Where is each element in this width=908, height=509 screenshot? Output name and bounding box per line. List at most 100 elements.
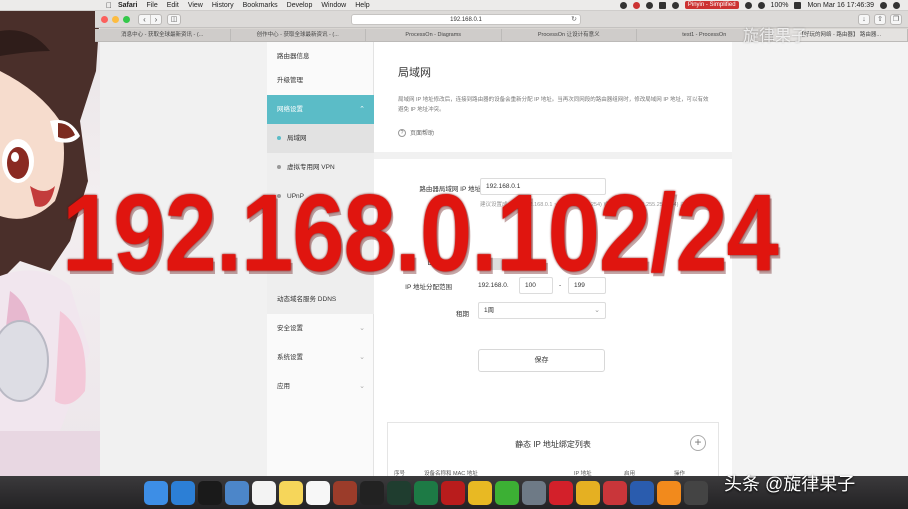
notes-icon[interactable] (279, 480, 303, 505)
section-divider (374, 152, 732, 159)
binding-title: 静态 IP 地址绑定列表 (515, 440, 591, 449)
tray-netease-icon[interactable] (632, 1, 640, 9)
safari-icon[interactable] (171, 480, 195, 505)
lease-label: 租期 (456, 311, 469, 318)
chrome-icon[interactable] (576, 480, 600, 505)
lease-value: 1周 (484, 307, 495, 314)
downloads-icon[interactable]: ↓ (858, 13, 870, 25)
calendar-icon[interactable] (252, 480, 276, 505)
tex-icon[interactable] (522, 480, 546, 505)
wechat-icon[interactable] (495, 480, 519, 505)
menu-clock[interactable]: Mon Mar 16 17:46:39 (807, 0, 874, 11)
menu-help[interactable]: Help (355, 0, 369, 11)
sidebar-item-label: 系统设置 (277, 354, 303, 361)
chevron-down-icon: ⌄ (359, 383, 365, 390)
share-icon[interactable]: ⇧ (874, 13, 886, 25)
menu-bookmarks[interactable]: Bookmarks (243, 0, 278, 11)
tab-item[interactable]: ProcessOn 让设计有意义 (502, 29, 637, 41)
vlc-icon[interactable] (657, 480, 681, 505)
back-button[interactable]: ‹ (139, 15, 150, 24)
ip-overlay-caption: 192.168.0.102/24 (62, 170, 779, 294)
tab-item[interactable]: ProcessOn - Diagrams (366, 29, 502, 41)
sidebar-item-security[interactable]: 安全设置 ⌄ (267, 314, 374, 343)
apple-menu-icon[interactable]:  (104, 0, 114, 11)
spotlight-icon[interactable] (880, 1, 887, 9)
menu-bar:  Safari File Edit View History Bookmark… (0, 0, 908, 11)
sidebar-item-label: 升级管理 (277, 77, 303, 84)
word-icon[interactable] (630, 480, 654, 505)
wifi-icon[interactable] (744, 1, 752, 9)
volume-icon[interactable] (757, 1, 765, 9)
page-help-label: 页面帮助 (410, 131, 435, 137)
zoom-window-button[interactable] (123, 15, 130, 23)
window-controls (101, 15, 130, 23)
minimize-window-button[interactable] (112, 15, 119, 23)
piano-icon[interactable] (360, 480, 384, 505)
menu-window[interactable]: Window (321, 0, 346, 11)
watermark-top: 旋律果子 (743, 28, 808, 45)
menu-history[interactable]: History (212, 0, 234, 11)
address-text: 192.168.0.1 (450, 16, 482, 23)
menu-app-safari[interactable]: Safari (118, 0, 137, 11)
add-binding-icon[interactable]: + (690, 435, 706, 451)
reload-icon[interactable]: ↻ (571, 15, 577, 25)
chevron-down-icon: ⌄ (594, 307, 600, 314)
sidebar-item-label: 局域网 (287, 135, 307, 142)
static-ip-binding-card: 静态 IP 地址绑定列表 + 序号 设备名称和 MAC 地址 IP 地址 启用 … (387, 422, 719, 482)
watermark-bottom: 头条 @旋律果子 (724, 474, 856, 494)
tab-item[interactable]: 创作中心 - 获取全球最新资讯 - (... (231, 29, 366, 41)
remote-desktop-icon[interactable] (603, 480, 627, 505)
active-dot-icon (277, 136, 281, 141)
sidebar-item-label: 应用 (277, 383, 290, 390)
menu-view[interactable]: View (188, 0, 203, 11)
excel-icon[interactable] (414, 480, 438, 505)
activity-monitor-icon[interactable] (387, 480, 411, 505)
tray-wechat-icon[interactable] (645, 1, 653, 9)
page-help-link[interactable]: ? 页面帮助 (398, 128, 434, 137)
sidebar-item-label: 安全设置 (277, 325, 303, 332)
netease-music-icon[interactable] (549, 480, 573, 505)
menu-file[interactable]: File (146, 0, 157, 11)
preview-icon[interactable] (225, 480, 249, 505)
address-bar[interactable]: 192.168.0.1 ↻ (351, 13, 581, 25)
save-button[interactable]: 保存 (478, 349, 605, 372)
sidebar-item-network-settings[interactable]: 网络设置 ⌃ (267, 95, 374, 124)
reminders-icon[interactable] (306, 480, 330, 505)
sidebar-item-label: 网络设置 (277, 106, 303, 113)
menu-items: Safari File Edit View History Bookmarks … (118, 0, 370, 11)
terminal-icon[interactable] (198, 480, 222, 505)
notification-center-icon[interactable] (893, 1, 900, 9)
history-nav: ‹ › (138, 13, 162, 25)
sidebar-item-label: 路由器信息 (277, 53, 310, 60)
sidebar-item-apps[interactable]: 应用 ⌄ (267, 372, 374, 401)
acrobat-icon[interactable] (441, 480, 465, 505)
sidebar-item-lan[interactable]: 局域网 (267, 124, 374, 153)
dictionary-icon[interactable] (333, 480, 357, 505)
sidebar-item-system[interactable]: 系统设置 ⌄ (267, 343, 374, 372)
chevron-down-icon: ⌄ (359, 325, 365, 332)
tray-app-icon[interactable] (619, 1, 627, 9)
battery-icon[interactable] (794, 1, 802, 9)
input-source-indicator[interactable]: Pinyin - Simplified (684, 1, 739, 9)
tabs-overview-icon[interactable]: ❐ (890, 13, 902, 25)
menu-edit[interactable]: Edit (167, 0, 179, 11)
question-icon: ? (398, 128, 406, 137)
status-area: Pinyin - Simplified 100% Mon Mar 16 17:4… (619, 0, 908, 11)
sketch-icon[interactable] (468, 480, 492, 505)
lease-select[interactable]: 1周 ⌄ (478, 302, 606, 319)
page-description: 局域网 IP 地址修改后，连接到路由器的设备会重新分配 IP 地址。当再次同网段… (398, 97, 709, 113)
sidebar-item-upgrade[interactable]: 升级管理 (267, 66, 374, 95)
finder-icon[interactable] (144, 480, 168, 505)
istat-icon[interactable] (684, 480, 708, 505)
chevron-up-icon: ⌃ (359, 106, 365, 113)
battery-percent[interactable]: 100% (771, 0, 789, 11)
menu-develop[interactable]: Develop (287, 0, 313, 11)
close-window-button[interactable] (101, 15, 108, 23)
tab-item[interactable]: 消息中心 - 获取全球最新资讯 - (... (95, 29, 231, 41)
sidebar-toggle-icon[interactable]: ◫ (167, 13, 181, 25)
tray-time-machine-icon[interactable] (671, 1, 679, 9)
toolbar-right: ↓ ⇧ ❐ (858, 13, 908, 25)
forward-button[interactable]: › (150, 14, 161, 24)
chevron-down-icon: ⌄ (359, 354, 365, 361)
tray-bluetooth-icon[interactable] (658, 1, 666, 9)
